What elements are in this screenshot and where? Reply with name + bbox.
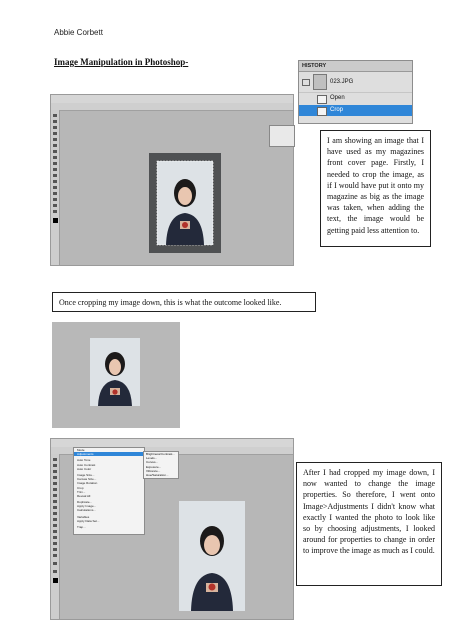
history-title: HISTORY [299, 61, 412, 72]
crop-outcome-textbox: Once cropping my image down, this is wha… [52, 292, 316, 312]
snapshot-thumbnail [313, 74, 327, 90]
history-step-icon [317, 95, 327, 104]
page-heading: Image Manipulation in Photoshop- [54, 57, 189, 67]
history-item-label: 023.JPG [330, 79, 354, 85]
author-name: Abbie Corbett [54, 28, 103, 37]
photoshop-screenshot-image-menu: Mode Adjustments Auto Tone Auto Contrast… [50, 438, 294, 620]
crop-canvas [149, 153, 221, 253]
submenu-item[interactable]: Hue/Saturation... [144, 473, 178, 477]
portrait-photo [179, 501, 245, 611]
history-item-label: Crop [330, 107, 344, 113]
photoshop-toolbar [51, 110, 60, 265]
adjustments-explanation-textbox: After I had cropped my image down, I now… [296, 462, 442, 586]
history-step-icon [317, 107, 327, 116]
snapshot-icon [302, 79, 310, 86]
image-menu-dropdown[interactable]: Mode Adjustments Auto Tone Auto Contrast… [73, 447, 145, 535]
photoshop-options-bar [51, 103, 293, 111]
adjustments-submenu[interactable]: Brightness/Contrast... Levels... Curves.… [143, 451, 179, 479]
menu-item[interactable]: Trap... [74, 525, 144, 529]
history-item-label: Open [330, 95, 345, 101]
portrait-photo [156, 160, 214, 246]
history-item-open[interactable]: Open [299, 93, 412, 104]
mini-history-panel [269, 125, 295, 147]
cropped-result-screenshot [52, 322, 180, 428]
cropped-portrait-photo [90, 338, 140, 406]
photoshop-screenshot-crop [50, 94, 295, 266]
history-item-crop[interactable]: Crop [299, 105, 412, 116]
history-panel: HISTORY 023.JPG Open Crop [298, 60, 413, 124]
history-item-snapshot[interactable]: 023.JPG [299, 72, 412, 93]
image-canvas [179, 501, 245, 611]
photoshop-toolbar [51, 454, 60, 619]
crop-explanation-textbox: I am showing an image that I have used a… [320, 130, 431, 247]
